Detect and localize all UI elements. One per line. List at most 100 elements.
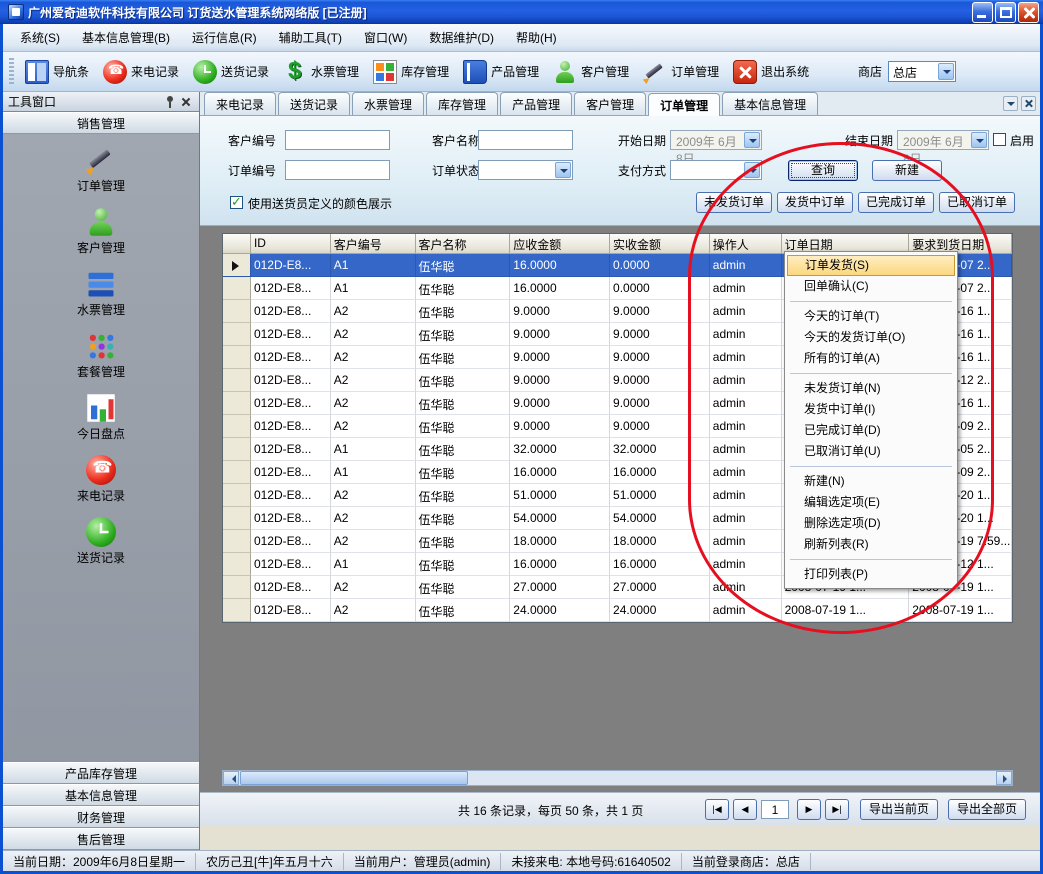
shop-combobox[interactable]: 总店 [888, 61, 956, 82]
scroll-left-icon[interactable] [223, 771, 239, 785]
context-menu-item-5[interactable]: 所有的订单(A) [787, 348, 955, 369]
sidebar-item-dots[interactable]: 套餐管理 [3, 326, 199, 388]
sidebar-group-1[interactable]: 基本信息管理 [3, 784, 199, 806]
chevron-down-icon[interactable] [744, 132, 760, 148]
menu-item-3[interactable]: 辅助工具(T) [268, 25, 353, 51]
chevron-down-icon[interactable] [744, 162, 760, 178]
color-display-checkbox[interactable] [230, 196, 243, 209]
menu-item-5[interactable]: 数据维护(D) [418, 25, 505, 51]
chevron-down-icon[interactable] [1003, 96, 1018, 111]
sidebar-item-clock[interactable]: 送货记录 [3, 512, 199, 574]
sidebar-group-0[interactable]: 产品库存管理 [3, 762, 199, 784]
order-no-input[interactable] [285, 160, 390, 180]
row-selector[interactable] [223, 277, 251, 300]
tab-3[interactable]: 库存管理 [426, 92, 498, 115]
order-status-combobox[interactable] [478, 160, 573, 180]
chevron-down-icon[interactable] [555, 162, 571, 178]
tab-5[interactable]: 客户管理 [574, 92, 646, 115]
toolbar-button-book[interactable]: 产品管理 [456, 57, 546, 87]
toolbar-button-nav[interactable]: 导航条 [18, 57, 96, 87]
menu-item-0[interactable]: 系统(S) [9, 25, 71, 51]
prev-page-button[interactable]: ◀ [733, 799, 757, 820]
column-header-customer_name[interactable]: 客户名称 [416, 234, 511, 254]
start-date-picker[interactable]: 2009年 6月 8日 [670, 130, 762, 150]
export-current-page-button[interactable]: 导出当前页 [860, 799, 938, 820]
pay-method-combobox[interactable] [670, 160, 762, 180]
row-selector[interactable] [223, 576, 251, 599]
row-selector[interactable] [223, 415, 251, 438]
context-menu-item-8[interactable]: 发货中订单(I) [787, 399, 955, 420]
sidebar-group-3[interactable]: 售后管理 [3, 828, 199, 850]
row-selector[interactable] [223, 254, 251, 277]
context-menu-item-17[interactable]: 打印列表(P) [787, 564, 955, 585]
sidebar-item-books[interactable]: 水票管理 [3, 264, 199, 326]
row-selector[interactable] [223, 530, 251, 553]
column-header-id[interactable]: ID [251, 234, 331, 254]
row-selector[interactable] [223, 599, 251, 622]
end-date-picker[interactable]: 2009年 6月 8日 [897, 130, 989, 150]
sidebar-item-phone[interactable]: 来电记录 [3, 450, 199, 512]
sidebar-item-chart[interactable]: 今日盘点 [3, 388, 199, 450]
sidebar-group-sales[interactable]: 销售管理 [3, 112, 199, 134]
row-selector[interactable] [223, 438, 251, 461]
context-menu-item-12[interactable]: 新建(N) [787, 471, 955, 492]
tab-6[interactable]: 订单管理 [648, 93, 720, 116]
new-button[interactable]: 新建 [872, 160, 942, 181]
export-all-pages-button[interactable]: 导出全部页 [948, 799, 1026, 820]
context-menu-item-1[interactable]: 回单确认(C) [787, 276, 955, 297]
context-menu-item-13[interactable]: 编辑选定项(E) [787, 492, 955, 513]
toolbar-button-phone[interactable]: 来电记录 [96, 57, 186, 87]
column-header-customer_no[interactable]: 客户编号 [331, 234, 416, 254]
table-row[interactable]: 012D-E8...A2伍华聪24.000024.0000admin2008-0… [223, 599, 1012, 622]
status-filter-button-3[interactable]: 已取消订单 [939, 192, 1015, 213]
row-selector[interactable] [223, 300, 251, 323]
first-page-button[interactable]: |◀ [705, 799, 729, 820]
row-selector[interactable] [223, 392, 251, 415]
query-button[interactable]: 查询 [788, 160, 858, 181]
column-header-received[interactable]: 实收金额 [610, 234, 710, 254]
sidebar-group-2[interactable]: 财务管理 [3, 806, 199, 828]
toolbar-button-person[interactable]: 客户管理 [546, 57, 636, 87]
context-menu-item-9[interactable]: 已完成订单(D) [787, 420, 955, 441]
context-menu-item-0[interactable]: 订单发货(S) [787, 255, 955, 276]
row-selector[interactable] [223, 484, 251, 507]
column-header-operator[interactable]: 操作人 [710, 234, 782, 254]
close-icon[interactable] [178, 94, 194, 110]
scrollbar-thumb[interactable] [240, 771, 468, 785]
row-selector[interactable] [223, 553, 251, 576]
enable-checkbox[interactable] [993, 133, 1006, 146]
tab-2[interactable]: 水票管理 [352, 92, 424, 115]
tab-7[interactable]: 基本信息管理 [722, 92, 818, 115]
context-menu-item-10[interactable]: 已取消订单(U) [787, 441, 955, 462]
customer-no-input[interactable] [285, 130, 390, 150]
menu-item-2[interactable]: 运行信息(R) [181, 25, 268, 51]
row-selector[interactable] [223, 369, 251, 392]
toolbar-button-dollar[interactable]: 水票管理 [276, 57, 366, 87]
status-filter-button-0[interactable]: 未发货订单 [696, 192, 772, 213]
row-selector[interactable] [223, 346, 251, 369]
scroll-right-icon[interactable] [996, 771, 1012, 785]
menu-item-1[interactable]: 基本信息管理(B) [71, 25, 181, 51]
tab-1[interactable]: 送货记录 [278, 92, 350, 115]
sidebar-item-pen[interactable]: 订单管理 [3, 140, 199, 202]
page-number-input[interactable] [761, 800, 789, 819]
context-menu-item-3[interactable]: 今天的订单(T) [787, 306, 955, 327]
customer-name-input[interactable] [478, 130, 573, 150]
toolbar-button-grid[interactable]: 库存管理 [366, 57, 456, 87]
minimize-button[interactable] [972, 2, 993, 23]
close-icon[interactable] [1021, 96, 1036, 111]
context-menu-item-15[interactable]: 刷新列表(R) [787, 534, 955, 555]
last-page-button[interactable]: ▶| [825, 799, 849, 820]
menu-item-4[interactable]: 窗口(W) [353, 25, 418, 51]
row-selector[interactable] [223, 323, 251, 346]
status-filter-button-2[interactable]: 已完成订单 [858, 192, 934, 213]
close-button[interactable] [1018, 2, 1039, 23]
sidebar-item-person[interactable]: 客户管理 [3, 202, 199, 264]
next-page-button[interactable]: ▶ [797, 799, 821, 820]
maximize-button[interactable] [995, 2, 1016, 23]
pin-icon[interactable] [162, 94, 178, 110]
menu-item-6[interactable]: 帮助(H) [505, 25, 568, 51]
horizontal-scrollbar[interactable] [222, 770, 1013, 786]
tab-4[interactable]: 产品管理 [500, 92, 572, 115]
context-menu-item-14[interactable]: 删除选定项(D) [787, 513, 955, 534]
